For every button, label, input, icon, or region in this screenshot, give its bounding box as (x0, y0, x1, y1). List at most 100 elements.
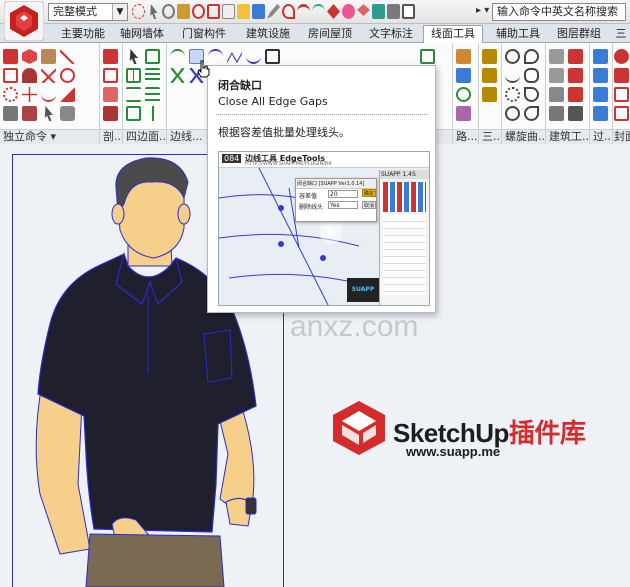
palette-icon[interactable] (342, 4, 355, 19)
box-icon[interactable] (549, 68, 564, 83)
section-icon[interactable] (103, 49, 118, 64)
measure-icon[interactable] (3, 106, 18, 121)
tree-icon[interactable] (22, 68, 37, 83)
wave-icon[interactable] (41, 87, 56, 102)
cube-icon[interactable] (22, 49, 37, 64)
tape-icon[interactable] (237, 4, 250, 19)
curl-icon[interactable] (524, 87, 539, 102)
pointer-icon[interactable] (44, 106, 53, 121)
paint-icon[interactable] (177, 4, 190, 19)
column-icon[interactable] (482, 68, 497, 83)
layer-icon[interactable] (357, 4, 370, 16)
quad-mesh-icon[interactable] (126, 106, 141, 121)
section-cut-icon[interactable] (103, 106, 118, 121)
helix-icon[interactable] (524, 68, 539, 83)
a-icon[interactable] (549, 106, 564, 121)
path-curve-icon[interactable] (456, 87, 471, 102)
section-fill-icon[interactable] (103, 87, 118, 102)
book-icon[interactable] (252, 4, 265, 19)
quad-grid-icon[interactable] (126, 68, 141, 83)
tab-building-facility[interactable]: 建筑设施 (240, 26, 296, 43)
cover-icon[interactable] (614, 87, 629, 102)
cross-icon[interactable] (170, 68, 185, 83)
box-red-icon[interactable] (568, 68, 583, 83)
group-label[interactable]: 封面 (613, 129, 630, 144)
group-label[interactable]: 剖... (100, 129, 122, 144)
group-label[interactable]: 建筑工... (546, 129, 589, 144)
comp-icon[interactable] (387, 4, 400, 19)
group-label[interactable]: 四边面... (123, 129, 166, 144)
filter-icon[interactable] (593, 106, 608, 121)
chevron-down-icon[interactable]: ▸ ▾ (476, 5, 489, 16)
command-search-input[interactable]: 输入命令中英文名称搜索 (492, 3, 626, 21)
spring-icon[interactable] (3, 87, 18, 102)
copy-icon[interactable] (3, 68, 18, 83)
curve-icon[interactable] (312, 4, 325, 19)
s-icon[interactable] (568, 106, 583, 121)
square-icon[interactable] (207, 4, 220, 19)
mode-select[interactable]: 完整模式 ▼ (48, 3, 128, 21)
tab-line-surface-tools[interactable]: 线面工具 (423, 25, 483, 44)
path-icon[interactable] (456, 49, 471, 64)
filter-icon[interactable] (593, 68, 608, 83)
lines-icon[interactable] (145, 87, 160, 102)
erase-icon[interactable] (60, 49, 75, 64)
bucket-icon[interactable] (372, 4, 385, 19)
beam-icon[interactable] (482, 49, 497, 64)
pointer-icon[interactable] (150, 4, 158, 19)
group-label[interactable]: 路... (453, 129, 478, 144)
cover-icon[interactable] (614, 106, 629, 121)
page-icon[interactable] (222, 4, 235, 19)
gear-icon[interactable] (614, 49, 629, 64)
cover-icon[interactable] (614, 68, 629, 83)
add-row-icon[interactable] (126, 87, 141, 102)
n-icon[interactable] (482, 87, 497, 102)
weld-icon[interactable] (420, 49, 435, 64)
box-icon[interactable] (549, 87, 564, 102)
swirl-icon[interactable] (524, 106, 539, 121)
arc-icon[interactable] (208, 49, 223, 64)
stair-icon[interactable] (41, 49, 56, 64)
group-label[interactable]: 独立命令 ▾ (0, 129, 99, 144)
filter-icon[interactable] (593, 49, 608, 64)
ring-icon[interactable] (505, 106, 520, 121)
box-icon[interactable] (549, 49, 564, 64)
pencil-icon[interactable] (267, 4, 280, 19)
orbit-icon[interactable] (192, 4, 205, 19)
suapp-logo-icon[interactable] (4, 1, 44, 41)
quad-icon[interactable] (145, 49, 160, 64)
frame-icon[interactable] (265, 49, 280, 64)
group-label[interactable]: 螺旋曲... (502, 129, 545, 144)
pointer-icon[interactable] (129, 49, 138, 64)
tab-auxiliary-tools[interactable]: 辅助工具 (489, 26, 547, 43)
push-pull-icon[interactable] (3, 49, 18, 64)
material-icon[interactable] (60, 106, 75, 121)
tab-axis-wall[interactable]: 轴网墙体 (114, 26, 170, 43)
spiral-icon[interactable] (505, 49, 520, 64)
asterisk-icon[interactable] (22, 87, 37, 102)
tab-text-annotation[interactable]: 文字标注 (363, 26, 419, 43)
filter-icon[interactable] (593, 87, 608, 102)
group-label[interactable]: 三... (479, 129, 501, 144)
zigzag-icon[interactable] (227, 52, 242, 64)
window-icon[interactable] (402, 4, 415, 19)
coil-icon[interactable] (505, 87, 520, 102)
arc-icon[interactable] (297, 4, 310, 19)
tab-more[interactable]: 三 (612, 26, 630, 43)
spiral-icon[interactable] (524, 49, 539, 64)
curve-icon[interactable] (246, 49, 261, 64)
wave-icon[interactable] (505, 68, 520, 83)
tab-layer-group[interactable]: 图层群组 (551, 26, 607, 43)
quad-split-icon[interactable] (145, 106, 160, 121)
lasso-icon[interactable] (162, 4, 175, 19)
edge-chain-icon[interactable] (170, 49, 185, 64)
tab-room-roof[interactable]: 房间屋顶 (302, 26, 358, 43)
move-icon[interactable] (327, 4, 340, 19)
select-icon[interactable] (132, 4, 145, 19)
slope-icon[interactable] (60, 87, 75, 102)
section-plane-icon[interactable] (103, 68, 118, 83)
cut-icon[interactable] (41, 68, 56, 83)
list-icon[interactable] (145, 68, 160, 83)
path-tube-icon[interactable] (456, 68, 471, 83)
box-red-icon[interactable] (568, 87, 583, 102)
